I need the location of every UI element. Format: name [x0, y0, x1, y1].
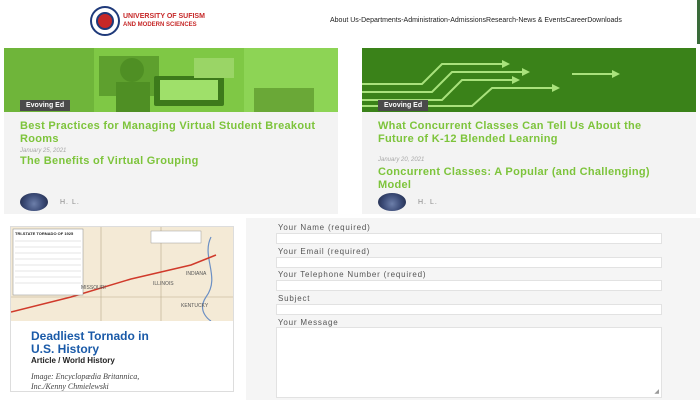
map-title: TRI-STATE TORNADO OF 1925	[15, 231, 74, 236]
map-label-indiana: INDIANA	[186, 271, 207, 277]
nav-research[interactable]: Research	[486, 17, 516, 24]
logo-text: UNIVERSITY OF SUFISM AND MODERN SCIENCES	[123, 12, 205, 30]
contact-form: Your Name (required) Your Email (require…	[246, 218, 700, 400]
university-seal-icon	[90, 6, 120, 36]
subject-input[interactable]	[276, 304, 662, 315]
map-label-kentucky: KENTUCKY	[181, 303, 209, 309]
card-title[interactable]: What Concurrent Classes Can Tell Us Abou…	[378, 120, 678, 146]
subject-label: Subject	[278, 294, 311, 303]
resize-handle-icon[interactable]: ◢	[654, 388, 659, 395]
phone-input[interactable]	[276, 280, 662, 291]
site-header: UNIVERSITY OF SUFISM AND MODERN SCIENCES…	[0, 0, 700, 44]
phone-label: Your Telephone Number (required)	[278, 270, 427, 279]
university-logo[interactable]: UNIVERSITY OF SUFISM AND MODERN SCIENCES	[90, 6, 205, 36]
image-credit-line1: Image: Encyclopædia Britannica,	[31, 372, 140, 381]
map-label-illinois: ILLINOIS	[153, 281, 174, 287]
blog-card-concurrent-classes[interactable]: Evoving Ed What Concurrent Classes Can T…	[362, 48, 696, 214]
author-name: H. L.	[60, 198, 80, 206]
message-textarea[interactable]: ◢	[276, 327, 662, 398]
nav-admissions[interactable]: -Admissions	[448, 17, 486, 24]
email-label: Your Email (required)	[278, 247, 371, 256]
image-credit-line2: Inc./Kenny Chmielewski	[31, 382, 109, 391]
author-avatar	[378, 193, 406, 211]
card-subtitle[interactable]: Concurrent Classes: A Popular (and Chall…	[378, 166, 678, 192]
article-type: Article / World History	[31, 356, 115, 365]
article-title[interactable]: Deadliest Tornado in U.S. History	[31, 330, 149, 356]
logo-line2: AND MODERN SCIENCES	[123, 22, 197, 28]
nav-about-us[interactable]: About Us	[330, 17, 359, 24]
tornado-map-image[interactable]: TRI-STATE TORNADO OF 1925 ILLINOIS MISSO…	[11, 227, 233, 321]
logo-line1: UNIVERSITY OF SUFISM	[123, 13, 205, 20]
card-author: H. L.	[378, 193, 438, 211]
name-label: Your Name (required)	[278, 223, 371, 232]
nav-downloads[interactable]: Downloads	[587, 17, 622, 24]
nav-news-events[interactable]: -News & Events	[516, 17, 566, 24]
article-card-tornado[interactable]: TRI-STATE TORNADO OF 1925 ILLINOIS MISSO…	[10, 226, 234, 392]
category-tag[interactable]: Evoving Ed	[20, 100, 71, 111]
card-date: January 25, 2021	[20, 148, 67, 154]
author-avatar	[20, 193, 48, 211]
name-input[interactable]	[276, 233, 662, 244]
blog-card-breakout-rooms[interactable]: Evoving Ed Best Practices for Managing V…	[4, 48, 338, 214]
article-title-line2: U.S. History	[31, 342, 100, 356]
nav-departments[interactable]: -Departments	[359, 17, 401, 24]
nav-career[interactable]: Career	[566, 17, 587, 24]
category-tag[interactable]: Evoving Ed	[378, 100, 429, 111]
nav-administration[interactable]: -Administration	[401, 17, 448, 24]
main-nav: About Us -Departments -Administration -A…	[330, 17, 622, 24]
image-credit: Image: Encyclopædia Britannica, Inc./Ken…	[31, 372, 139, 392]
card-subtitle[interactable]: The Benefits of Virtual Grouping	[20, 155, 320, 168]
card-title[interactable]: Best Practices for Managing Virtual Stud…	[20, 120, 320, 146]
card-author: H. L.	[20, 193, 80, 211]
card-date: January 20, 2021	[378, 157, 425, 163]
map-label-missouri: MISSOURI	[81, 285, 106, 291]
author-name: H. L.	[418, 198, 438, 206]
article-title-line1: Deadliest Tornado in	[31, 329, 149, 343]
message-label: Your Message	[278, 318, 339, 327]
email-input[interactable]	[276, 257, 662, 268]
